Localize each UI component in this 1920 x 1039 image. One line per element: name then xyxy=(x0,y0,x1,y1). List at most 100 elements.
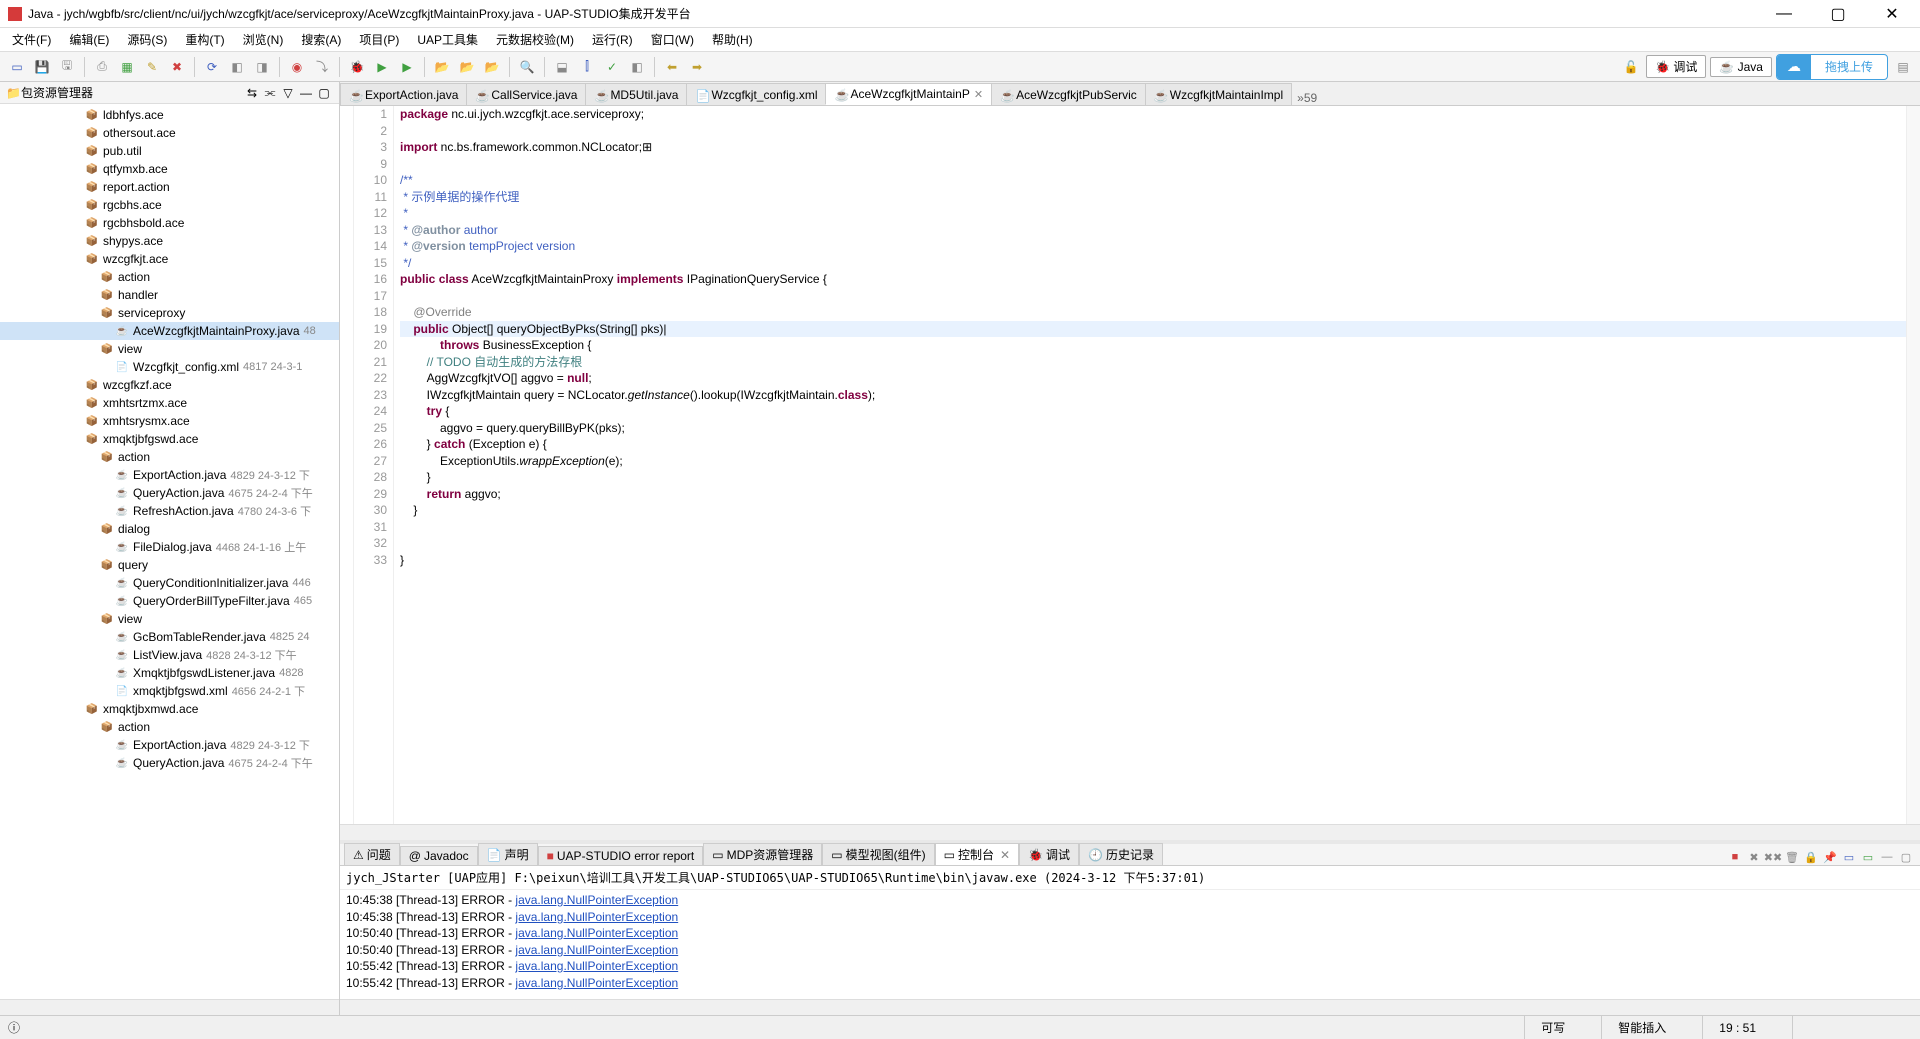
tree-item[interactable]: 📦rgcbhs.ace xyxy=(0,196,339,214)
menu-item[interactable]: 源码(S) xyxy=(121,29,173,50)
tool-btn[interactable]: ▤ xyxy=(1892,56,1914,78)
close-icon[interactable]: ✕ xyxy=(1000,848,1010,862)
tree-item[interactable]: 📄xmqktjbfgswd.xml4656 24-2-1 下 xyxy=(0,682,339,700)
remove-all-button[interactable]: ✖✖ xyxy=(1765,849,1781,865)
close-button[interactable]: ✕ xyxy=(1872,2,1912,26)
view-menu-button[interactable]: ▽ xyxy=(279,84,297,102)
tree-item[interactable]: ☕QueryAction.java4675 24-2-4 下午 xyxy=(0,484,339,502)
debug-perspective[interactable]: 🐞 调试 xyxy=(1646,55,1706,78)
exception-link[interactable]: java.lang.NullPointerException xyxy=(515,910,678,924)
horizontal-scrollbar[interactable] xyxy=(340,824,1920,840)
tree-item[interactable]: 📦dialog xyxy=(0,520,339,538)
tool-btn[interactable]: 🔍 xyxy=(516,56,538,78)
maximize-view-button[interactable]: ▢ xyxy=(315,84,333,102)
menu-item[interactable]: 项目(P) xyxy=(353,29,405,50)
terminate-button[interactable]: ■ xyxy=(1727,849,1743,865)
more-tabs-button[interactable]: »59 xyxy=(1291,91,1323,105)
editor-tab[interactable]: ☕AceWzcgfkjtMaintainP✕ xyxy=(825,83,992,105)
tool-btn[interactable]: ⫿ xyxy=(576,56,598,78)
exception-link[interactable]: java.lang.NullPointerException xyxy=(515,976,678,990)
tool-btn[interactable]: ⎙ xyxy=(91,56,113,78)
tree-item[interactable]: 📦serviceproxy xyxy=(0,304,339,322)
tool-btn[interactable]: ▦ xyxy=(116,56,138,78)
bottom-tab[interactable]: ■UAP-STUDIO error report xyxy=(538,846,704,865)
tree-item[interactable]: 📦rgcbhsbold.ace xyxy=(0,214,339,232)
tree-item[interactable]: ☕ExportAction.java4829 24-3-12 下 xyxy=(0,736,339,754)
tree-item[interactable]: 📦othersout.ace xyxy=(0,124,339,142)
run-button[interactable]: ▶ xyxy=(371,56,393,78)
menu-item[interactable]: 文件(F) xyxy=(6,29,57,50)
overview-ruler[interactable] xyxy=(1906,106,1920,824)
tree-item[interactable]: 📦qtfymxb.ace xyxy=(0,160,339,178)
pin-button[interactable]: 📌 xyxy=(1822,849,1838,865)
close-tab-icon[interactable]: ✕ xyxy=(974,88,983,101)
tool-btn[interactable]: ⟳ xyxy=(201,56,223,78)
save-button[interactable]: 💾 xyxy=(31,56,53,78)
tree-item[interactable]: 📦shypys.ace xyxy=(0,232,339,250)
display-button[interactable]: ▭ xyxy=(1841,849,1857,865)
minimize-view-button[interactable]: — xyxy=(297,84,315,102)
tree-item[interactable]: 📦view xyxy=(0,340,339,358)
upload-widget[interactable]: ☁ 拖拽上传 xyxy=(1776,54,1888,80)
collapse-all-button[interactable]: ⇆ xyxy=(243,84,261,102)
maximize-button[interactable]: ▢ xyxy=(1818,2,1858,26)
tool-btn[interactable]: 📂 xyxy=(456,56,478,78)
menu-item[interactable]: UAP工具集 xyxy=(411,29,484,50)
tree-item[interactable]: ☕GcBomTableRender.java4825 24 xyxy=(0,628,339,646)
tool-btn[interactable]: ◨ xyxy=(251,56,273,78)
editor-tab[interactable]: ☕MD5Util.java xyxy=(585,83,687,105)
link-editor-button[interactable]: ⫘ xyxy=(261,84,279,102)
tree-item[interactable]: ☕RefreshAction.java4780 24-3-6 下 xyxy=(0,502,339,520)
tree-item[interactable]: 📦report.action xyxy=(0,178,339,196)
tree-item[interactable]: ☕QueryAction.java4675 24-2-4 下午 xyxy=(0,754,339,772)
clear-button[interactable]: 🗑 xyxy=(1784,849,1800,865)
bottom-tab[interactable]: ▭MDP资源管理器 xyxy=(703,843,822,865)
code-editor[interactable]: package nc.ui.jych.wzcgfkjt.ace.servicep… xyxy=(394,106,1906,824)
console-output[interactable]: 10:45:38 [Thread-13] ERROR - java.lang.N… xyxy=(340,890,1920,999)
back-button[interactable]: ⬅ xyxy=(661,56,683,78)
tree-item[interactable]: 📦ldbhfys.ace xyxy=(0,106,339,124)
tree-item[interactable]: 📦wzcgfkzf.ace xyxy=(0,376,339,394)
menu-item[interactable]: 窗口(W) xyxy=(645,29,700,50)
editor-tab[interactable]: ☕CallService.java xyxy=(466,83,586,105)
tree-item[interactable]: ☕XmqktjbfgswdListener.java4828 xyxy=(0,664,339,682)
menu-item[interactable]: 元数据校验(M) xyxy=(490,29,580,50)
bottom-tab[interactable]: ▭控制台✕ xyxy=(935,843,1019,865)
tree-item[interactable]: 📦wzcgfkjt.ace xyxy=(0,250,339,268)
tree-item[interactable]: ☕AceWzcgfkjtMaintainProxy.java48 xyxy=(0,322,339,340)
tool-btn[interactable]: 📂 xyxy=(481,56,503,78)
line-gutter[interactable]: 1239101112131415161718192021222324252627… xyxy=(354,106,394,824)
open-perspective-button[interactable]: 🔓 xyxy=(1620,56,1642,78)
tree-item[interactable]: 📦action xyxy=(0,268,339,286)
remove-button[interactable]: ✖ xyxy=(1746,849,1762,865)
tree-item[interactable]: 📦xmqktjbfgswd.ace xyxy=(0,430,339,448)
editor-tab[interactable]: ☕ExportAction.java xyxy=(340,83,467,105)
save-all-button[interactable]: 🖫 xyxy=(56,56,78,78)
tree-item[interactable]: 📦action xyxy=(0,448,339,466)
editor-tab[interactable]: ☕AceWzcgfkjtPubServic xyxy=(991,83,1146,105)
exception-link[interactable]: java.lang.NullPointerException xyxy=(515,943,678,957)
tree-item[interactable]: 📦xmhtsrtzmx.ace xyxy=(0,394,339,412)
tool-btn[interactable]: ◧ xyxy=(626,56,648,78)
tool-btn[interactable]: ⬓ xyxy=(551,56,573,78)
new-button[interactable]: ▭ xyxy=(6,56,28,78)
horizontal-scrollbar[interactable] xyxy=(0,999,339,1015)
tree-item[interactable]: 📦pub.util xyxy=(0,142,339,160)
horizontal-scrollbar[interactable] xyxy=(340,999,1920,1015)
exception-link[interactable]: java.lang.NullPointerException xyxy=(515,893,678,907)
menu-item[interactable]: 搜索(A) xyxy=(295,29,347,50)
tree-item[interactable]: ☕QueryConditionInitializer.java446 xyxy=(0,574,339,592)
debug-button[interactable]: 🐞 xyxy=(346,56,368,78)
run-ext-button[interactable]: ▶ xyxy=(396,56,418,78)
menu-item[interactable]: 浏览(N) xyxy=(237,29,290,50)
tree-item[interactable]: 📦handler xyxy=(0,286,339,304)
editor-tab[interactable]: ☕WzcgfkjtMaintainImpl xyxy=(1145,83,1292,105)
java-perspective[interactable]: ☕ Java xyxy=(1710,57,1772,77)
tree-item[interactable]: 📦xmhtsrysmx.ace xyxy=(0,412,339,430)
tree-item[interactable]: 📦xmqktjbxmwd.ace xyxy=(0,700,339,718)
editor-tab[interactable]: 📄Wzcgfkjt_config.xml xyxy=(686,83,826,105)
bottom-tab[interactable]: 🐞调试 xyxy=(1019,843,1079,865)
bottom-tab[interactable]: @Javadoc xyxy=(400,846,478,865)
menu-item[interactable]: 帮助(H) xyxy=(706,29,759,50)
bottom-tab[interactable]: 📄声明 xyxy=(478,843,538,865)
